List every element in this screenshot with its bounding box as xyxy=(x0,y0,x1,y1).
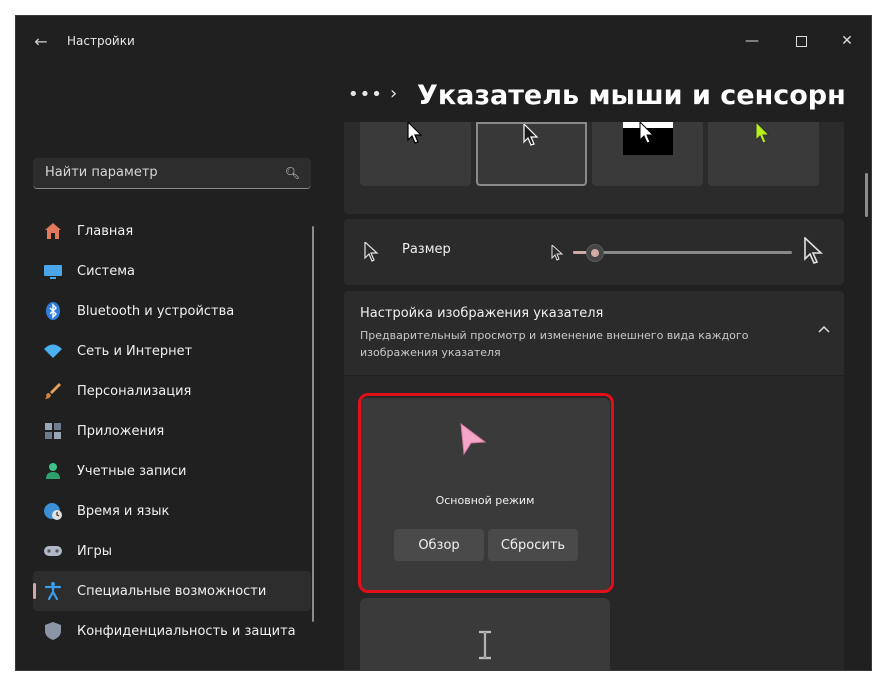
minimize-button[interactable]: — xyxy=(729,24,775,58)
back-arrow-icon: ← xyxy=(34,31,48,51)
maximize-button[interactable] xyxy=(778,24,824,58)
sidebar-item-home[interactable]: Главная xyxy=(33,211,311,251)
large-cursor-icon xyxy=(804,237,824,264)
text-select-tile xyxy=(360,598,610,670)
cursor-inverted-icon xyxy=(623,122,673,155)
wifi-icon xyxy=(43,341,63,361)
home-icon xyxy=(43,221,63,241)
search-input[interactable] xyxy=(43,164,277,181)
cursor-black-icon xyxy=(523,124,539,146)
text-beam-cursor-icon xyxy=(479,630,491,660)
sidebar-item-time-language[interactable]: Время и язык xyxy=(33,491,311,531)
sidebar-item-label: Конфиденциальность и защита xyxy=(77,623,296,639)
sidebar-item-label: Приложения xyxy=(77,423,165,439)
person-icon xyxy=(43,461,63,481)
sidebar-item-system[interactable]: Система xyxy=(33,251,311,291)
globe-clock-icon xyxy=(43,501,63,521)
cursor-lime-icon xyxy=(755,122,771,144)
customization-description: Предварительный просмотр и изменение вне… xyxy=(360,329,749,359)
settings-window: ← Настройки — ✕ 🔍︎ Главная Система xyxy=(16,16,871,670)
back-button[interactable]: ← xyxy=(24,26,58,56)
maximize-icon xyxy=(795,35,807,47)
sidebar-item-bluetooth[interactable]: Bluetooth и устройства xyxy=(33,291,311,331)
pointer-size-icon xyxy=(364,242,379,262)
pointer-style-custom[interactable] xyxy=(708,122,819,186)
page-title: Указатель мыши и сенсорный ввод xyxy=(417,80,848,111)
sidebar-nav: Главная Система Bluetooth и устройства С… xyxy=(33,211,311,651)
pointer-size-slider-thumb[interactable] xyxy=(585,244,604,262)
pointer-size-slider-track[interactable] xyxy=(573,251,792,254)
pointer-style-inverted[interactable] xyxy=(592,122,703,186)
close-button[interactable]: ✕ xyxy=(824,24,870,58)
sidebar-item-label: Система xyxy=(77,263,136,279)
sidebar-item-accessibility[interactable]: Специальные возможности xyxy=(33,571,311,611)
cursor-white-icon xyxy=(407,122,423,144)
search-icon[interactable]: 🔍︎ xyxy=(285,166,300,180)
sidebar-item-network[interactable]: Сеть и Интернет xyxy=(33,331,311,371)
sidebar-item-personalization[interactable]: Персонализация xyxy=(33,371,311,411)
sidebar-item-label: Bluetooth и устройства xyxy=(77,303,235,319)
pointer-images-panel: Основной режим Обзор Сбросить xyxy=(344,376,844,670)
breadcrumb: ••• › Указатель мыши и сенсорный ввод xyxy=(348,76,848,116)
breadcrumb-overflow-button[interactable]: ••• xyxy=(348,84,383,105)
gamepad-icon xyxy=(43,541,63,561)
shield-icon xyxy=(43,621,63,641)
chevron-up-icon[interactable] xyxy=(818,321,830,337)
sidebar-item-label: Игры xyxy=(77,543,113,559)
customization-title: Настройка изображения указателя xyxy=(360,306,604,321)
pointer-size-label: Размер xyxy=(402,242,451,257)
title-bar: ← Настройки — ✕ xyxy=(16,16,871,64)
search-box[interactable]: 🔍︎ xyxy=(33,158,311,189)
main-content: Размер Настройка изображения указателя П… xyxy=(344,122,844,670)
sidebar-item-accounts[interactable]: Учетные записи xyxy=(33,451,311,491)
sidebar-item-label: Специальные возможности xyxy=(77,583,267,599)
minimize-icon: — xyxy=(745,33,759,49)
sidebar-item-label: Время и язык xyxy=(77,503,170,519)
display-icon xyxy=(43,261,63,281)
sidebar-item-apps[interactable]: Приложения xyxy=(33,411,311,451)
app-title: Настройки xyxy=(67,34,135,48)
brush-icon xyxy=(43,381,63,401)
sidebar-item-gaming[interactable]: Игры xyxy=(33,531,311,571)
sidebar-scrollbar[interactable] xyxy=(312,226,314,622)
sidebar-item-label: Учетные записи xyxy=(77,463,187,479)
apps-icon xyxy=(43,421,63,441)
red-highlight-frame xyxy=(358,393,614,593)
chevron-right-icon: › xyxy=(390,83,398,104)
content-scrollbar[interactable] xyxy=(865,173,868,217)
small-cursor-icon xyxy=(551,245,564,261)
bluetooth-icon xyxy=(43,301,63,321)
sidebar-item-label: Персонализация xyxy=(77,383,192,399)
sidebar-item-label: Сеть и Интернет xyxy=(77,343,193,359)
pointer-style-black[interactable] xyxy=(476,122,587,186)
sidebar-item-privacy[interactable]: Конфиденциальность и защита xyxy=(33,611,311,651)
close-icon: ✕ xyxy=(841,33,853,49)
accessibility-icon xyxy=(43,581,63,601)
pointer-customization-header[interactable]: Настройка изображения указателя Предвари… xyxy=(344,291,844,375)
sidebar-item-label: Главная xyxy=(77,223,134,239)
pointer-style-white[interactable] xyxy=(360,122,471,186)
pointer-size-card: Размер xyxy=(344,219,844,285)
pointer-style-card xyxy=(344,122,844,214)
